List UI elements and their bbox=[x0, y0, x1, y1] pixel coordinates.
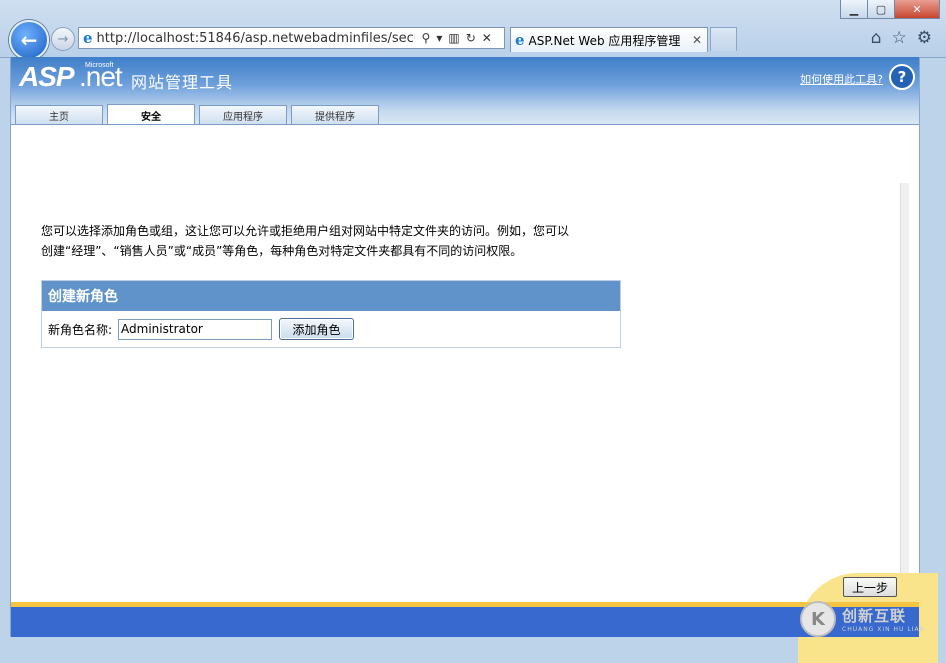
refresh-icon[interactable]: ↻ bbox=[466, 31, 476, 45]
intro-line-1: 您可以选择添加角色或组，这让您可以允许或拒绝用户组对网站中特定文件夹的访问。例如… bbox=[41, 224, 570, 238]
back-arrow-icon: ← bbox=[20, 28, 38, 52]
panel-body: 新角色名称: 添加角色 bbox=[42, 311, 620, 347]
url-text[interactable]: http://localhost:51846/asp.netwebadminfi… bbox=[97, 31, 415, 46]
intro-text: 您可以选择添加角色或组，这让您可以允许或拒绝用户组对网站中特定文件夹的访问。例如… bbox=[41, 221, 631, 261]
watermark-text: 创新互联 CHUANG XIN HU LIAN bbox=[842, 605, 925, 633]
footer-blue-bar bbox=[11, 607, 919, 637]
site-tabs: 主页 安全 应用程序 提供程序 bbox=[15, 104, 383, 125]
address-bar[interactable]: e http://localhost:51846/asp.netwebadmin… bbox=[78, 27, 505, 49]
watermark-logo: K 创新互联 CHUANG XIN HU LIAN bbox=[800, 596, 940, 642]
logo-net: .net bbox=[79, 61, 123, 92]
ie-icon: e bbox=[515, 31, 525, 49]
tab-title: ASP.Net Web 应用程序管理 bbox=[528, 33, 681, 48]
address-tools: ⚲ ▾ ▥ ↻ ✕ bbox=[419, 31, 495, 45]
panel-title: 创建新角色 bbox=[42, 281, 620, 311]
tab-provider[interactable]: 提供程序 bbox=[291, 105, 379, 124]
maximize-button[interactable]: ▢ bbox=[867, 0, 895, 19]
help-icon[interactable]: ? bbox=[889, 64, 915, 90]
window-controls: ▁ ▢ ✕ bbox=[840, 0, 940, 19]
ie-icon: e bbox=[83, 29, 93, 47]
search-icon[interactable]: ⚲ bbox=[422, 31, 431, 45]
compat-icon[interactable]: ▥ bbox=[448, 31, 459, 45]
previous-button[interactable]: 上一步 bbox=[843, 577, 897, 597]
role-name-label: 新角色名称: bbox=[48, 322, 113, 337]
add-role-button[interactable]: 添加角色 bbox=[279, 318, 355, 340]
help-link[interactable]: 如何使用此工具? bbox=[800, 71, 883, 87]
watermark-en: CHUANG XIN HU LIAN bbox=[842, 626, 926, 633]
site-header: ASP Microsoft .net 网站管理工具 如何使用此工具? ? 主页 … bbox=[11, 57, 919, 125]
aspnet-logo: ASP Microsoft .net bbox=[19, 61, 129, 97]
logo-asp: ASP bbox=[19, 61, 75, 92]
create-role-panel: 创建新角色 新角色名称: 添加角色 bbox=[41, 280, 621, 348]
tab-divider bbox=[11, 124, 919, 125]
favorites-icon[interactable]: ☆ bbox=[892, 28, 907, 48]
forward-button[interactable]: → bbox=[51, 27, 75, 51]
tools-gear-icon[interactable]: ⚙ bbox=[917, 28, 932, 48]
tab-close-icon[interactable]: ✕ bbox=[692, 33, 702, 47]
stop-icon[interactable]: ✕ bbox=[482, 31, 492, 45]
dropdown-icon[interactable]: ▾ bbox=[436, 31, 442, 45]
watermark-cn: 创新互联 bbox=[842, 607, 907, 625]
watermark-icon: K bbox=[800, 601, 836, 637]
command-icons: ⌂ ☆ ⚙ bbox=[861, 28, 932, 48]
browser-chrome: ▁ ▢ ✕ ← → e http://localhost:51846/asp.n… bbox=[0, 0, 946, 60]
browser-tab[interactable]: e ASP.Net Web 应用程序管理 ✕ bbox=[510, 27, 708, 52]
site-title: 网站管理工具 bbox=[131, 73, 234, 92]
tab-security[interactable]: 安全 bbox=[107, 104, 195, 125]
close-window-button[interactable]: ✕ bbox=[894, 0, 940, 19]
forward-arrow-icon: → bbox=[57, 31, 69, 47]
tab-home[interactable]: 主页 bbox=[15, 105, 103, 124]
web-page: ASP Microsoft .net 网站管理工具 如何使用此工具? ? 主页 … bbox=[10, 57, 938, 663]
intro-line-2: 创建“经理”、“销售人员”或“成员”等角色，每种角色对特定文件夹都具有不同的访问… bbox=[41, 244, 523, 258]
home-icon[interactable]: ⌂ bbox=[871, 28, 882, 48]
role-name-input[interactable] bbox=[118, 318, 273, 340]
minimize-button[interactable]: ▁ bbox=[840, 0, 868, 19]
new-tab-button[interactable] bbox=[710, 27, 737, 51]
tab-application[interactable]: 应用程序 bbox=[199, 105, 287, 124]
back-button[interactable]: ← bbox=[9, 20, 49, 60]
